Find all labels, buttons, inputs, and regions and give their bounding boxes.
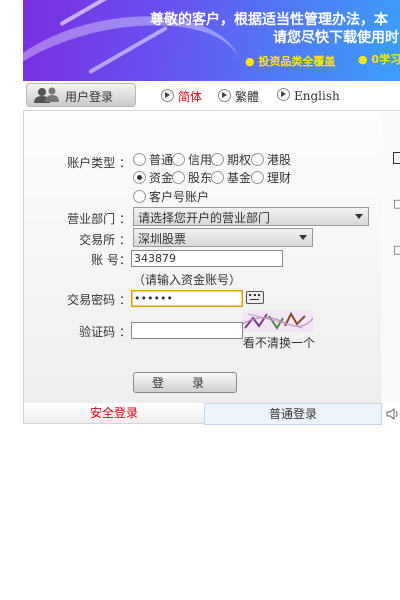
lang-traditional-link[interactable]: 繁體 bbox=[218, 88, 259, 105]
account-type-label: 账户类型 ： bbox=[67, 156, 131, 170]
users-icon bbox=[34, 87, 59, 103]
lang-english-label: English bbox=[294, 89, 340, 103]
tab-secure-login[interactable]: 安全登录 bbox=[23, 403, 205, 424]
banner-subheadline: 请您尽快下载使用时 bbox=[273, 30, 399, 46]
account-type-radio[interactable]: 港股 bbox=[251, 151, 291, 168]
account-input[interactable]: 343879 bbox=[131, 250, 283, 267]
chevron-down-icon bbox=[355, 214, 363, 219]
lang-traditional-label: 繁體 bbox=[235, 90, 260, 104]
lang-english-link[interactable]: English bbox=[277, 88, 340, 103]
lang-simplified-link[interactable]: 简体 bbox=[161, 88, 202, 105]
speaker-icon[interactable] bbox=[386, 408, 400, 420]
account-type-radio-label: 港股 bbox=[267, 153, 292, 167]
account-type-radio[interactable]: 客户号账户 bbox=[133, 188, 209, 205]
banner-feature-tag: ● 0学习 bbox=[358, 53, 400, 66]
play-arrow-icon bbox=[277, 88, 290, 101]
tab-user-login-label: 用户登录 bbox=[65, 90, 114, 104]
account-label: 账 号： bbox=[91, 253, 131, 267]
captcha-label: 验证码 ： bbox=[79, 325, 131, 339]
account-type-radio-label: 资金 bbox=[149, 171, 174, 185]
market-label: 交易所 ： bbox=[79, 233, 131, 247]
promo-banner[interactable]: 尊敬的客户，根据适当性管理办法，本 请您尽快下载使用时 ● 投资品类全覆盖 ● … bbox=[23, 0, 400, 81]
radio-button-icon[interactable] bbox=[211, 153, 224, 166]
password-input[interactable]: •••••• bbox=[131, 290, 243, 307]
side-marker: □ bbox=[393, 197, 400, 210]
radio-button-icon[interactable] bbox=[251, 171, 264, 184]
account-type-radio-label: 股东 bbox=[188, 171, 213, 185]
radio-button-icon[interactable] bbox=[251, 153, 264, 166]
side-marker: □ bbox=[393, 243, 400, 256]
tab-user-login[interactable]: 用户登录 bbox=[26, 83, 136, 107]
radio-button-icon[interactable] bbox=[133, 190, 146, 203]
account-type-radio-label: 期权 bbox=[227, 153, 252, 167]
banner-headline: 尊敬的客户，根据适当性管理办法，本 bbox=[150, 12, 388, 28]
keyboard-icon[interactable] bbox=[246, 291, 264, 304]
branch-label: 营业部门 ： bbox=[67, 212, 131, 226]
banner-feature-tag: ● 投资品类全覆盖 bbox=[245, 55, 336, 68]
account-type-radio-label: 客户号账户 bbox=[149, 190, 210, 204]
top-nav: 用户登录 简体 繁體 English bbox=[23, 82, 400, 108]
account-type-radio-label: 信用 bbox=[188, 153, 213, 167]
chevron-down-icon bbox=[299, 235, 307, 240]
tab-normal-login[interactable]: 普通登录 bbox=[204, 403, 382, 425]
account-type-radio-label: 理财 bbox=[267, 171, 292, 185]
account-type-radio-label: 普通 bbox=[149, 153, 174, 167]
account-hint: （请输入资金账号） bbox=[133, 273, 242, 287]
account-type-radio[interactable]: 基金 bbox=[211, 169, 251, 186]
account-type-radio[interactable]: 理财 bbox=[251, 169, 291, 186]
market-select[interactable]: 深圳股票 bbox=[133, 228, 313, 247]
captcha-input[interactable] bbox=[131, 322, 243, 339]
password-label: 交易密码 ： bbox=[67, 293, 131, 307]
play-arrow-icon bbox=[218, 89, 231, 102]
account-type-radio[interactable]: 资金 bbox=[133, 169, 173, 186]
play-arrow-icon bbox=[161, 89, 174, 102]
radio-button-icon[interactable] bbox=[172, 153, 185, 166]
captcha-refresh-link[interactable]: 看不清换一个 bbox=[243, 334, 315, 351]
login-button[interactable]: 登录 bbox=[133, 372, 237, 393]
account-type-radio[interactable]: 信用 bbox=[172, 151, 212, 168]
account-type-radio[interactable]: 期权 bbox=[211, 151, 251, 168]
radio-button-icon[interactable] bbox=[211, 171, 224, 184]
account-type-radio-label: 基金 bbox=[227, 171, 252, 185]
lang-simplified-label: 简体 bbox=[178, 90, 203, 104]
captcha-image[interactable] bbox=[243, 310, 313, 332]
market-select-value: 深圳股票 bbox=[138, 232, 187, 246]
radio-button-icon[interactable] bbox=[133, 171, 146, 184]
account-type-radio[interactable]: 股东 bbox=[172, 169, 212, 186]
radio-button-icon[interactable] bbox=[172, 171, 185, 184]
radio-button-icon[interactable] bbox=[133, 153, 146, 166]
branch-select-value: 请选择您开户的营业部门 bbox=[138, 211, 271, 225]
captcha-image-graphic bbox=[243, 311, 313, 330]
account-type-radio[interactable]: 普通 bbox=[133, 151, 173, 168]
branch-select[interactable]: 请选择您开户的营业部门 bbox=[133, 207, 369, 226]
side-icon bbox=[393, 152, 400, 164]
